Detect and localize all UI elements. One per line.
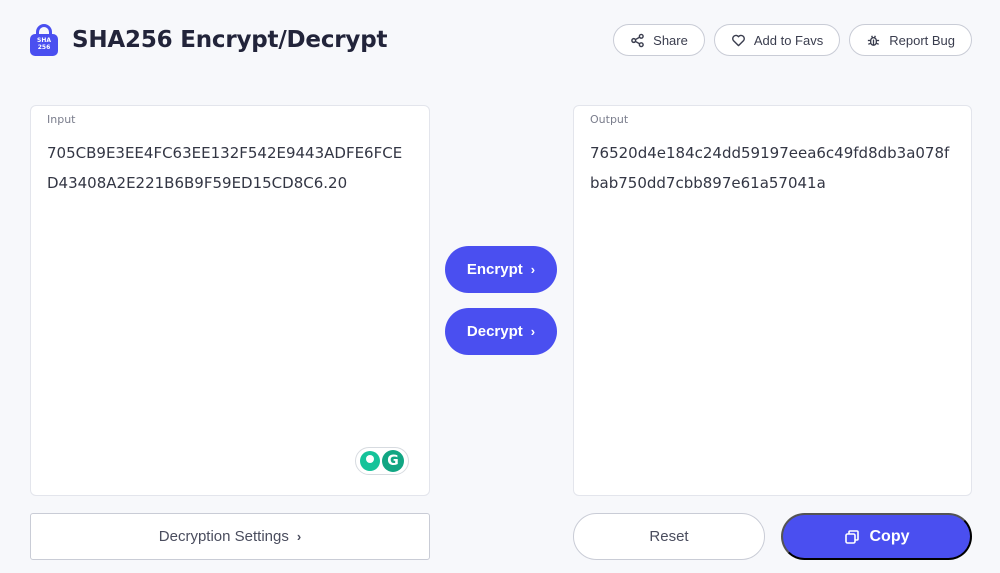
- page-title: SHA256 Encrypt/Decrypt: [72, 27, 388, 53]
- bug-label: Report Bug: [889, 32, 955, 48]
- reset-button[interactable]: Reset: [573, 513, 765, 560]
- output-panel[interactable]: Output 76520d4e184c24dd59197eea6c49fd8db…: [573, 105, 972, 496]
- output-textarea[interactable]: 76520d4e184c24dd59197eea6c49fd8db3a078fb…: [590, 138, 955, 198]
- share-button[interactable]: Share: [613, 24, 705, 56]
- grammarly-widget[interactable]: G: [355, 447, 409, 475]
- encrypt-button[interactable]: Encrypt ›: [445, 246, 557, 293]
- lightbulb-icon[interactable]: [360, 451, 380, 471]
- header: SHA 256 SHA256 Encrypt/Decrypt: [30, 22, 387, 58]
- grammarly-icon[interactable]: G: [382, 450, 404, 472]
- heart-icon: [731, 34, 745, 46]
- input-panel[interactable]: Input 705CB9E3EE4FC63EE132F542E9443ADFE6…: [30, 105, 430, 496]
- lock-icon: SHA 256: [30, 24, 58, 56]
- reset-label: Reset: [649, 528, 689, 545]
- top-actions: Share Add to Favs Report Bug: [613, 24, 972, 56]
- favs-label: Add to Favs: [753, 32, 824, 48]
- input-textarea[interactable]: 705CB9E3EE4FC63EE132F542E9443ADFE6FCED43…: [47, 138, 413, 198]
- chevron-right-icon: ›: [530, 262, 536, 277]
- copy-button[interactable]: Copy: [781, 513, 972, 560]
- chevron-right-icon: ›: [530, 324, 536, 339]
- settings-label: Decryption Settings: [158, 528, 289, 545]
- decrypt-button[interactable]: Decrypt ›: [445, 308, 557, 355]
- bug-icon: [868, 35, 880, 46]
- report-bug-button[interactable]: Report Bug: [849, 24, 972, 56]
- lock-body: SHA 256: [30, 34, 58, 56]
- decryption-settings-button[interactable]: Decryption Settings ›: [30, 513, 430, 560]
- copy-label: Copy: [869, 527, 910, 545]
- copy-icon: [844, 529, 859, 544]
- share-label: Share: [653, 32, 688, 48]
- logo-text-bottom: 256: [37, 44, 51, 51]
- chevron-right-icon: ›: [296, 529, 302, 544]
- logo-text-top: SHA: [37, 37, 51, 44]
- add-to-favs-button[interactable]: Add to Favs: [713, 24, 841, 56]
- output-label: Output: [590, 113, 629, 126]
- encrypt-label: Encrypt: [466, 261, 523, 278]
- share-icon: [631, 33, 644, 47]
- decrypt-label: Decrypt: [466, 323, 523, 340]
- input-label: Input: [47, 113, 76, 126]
